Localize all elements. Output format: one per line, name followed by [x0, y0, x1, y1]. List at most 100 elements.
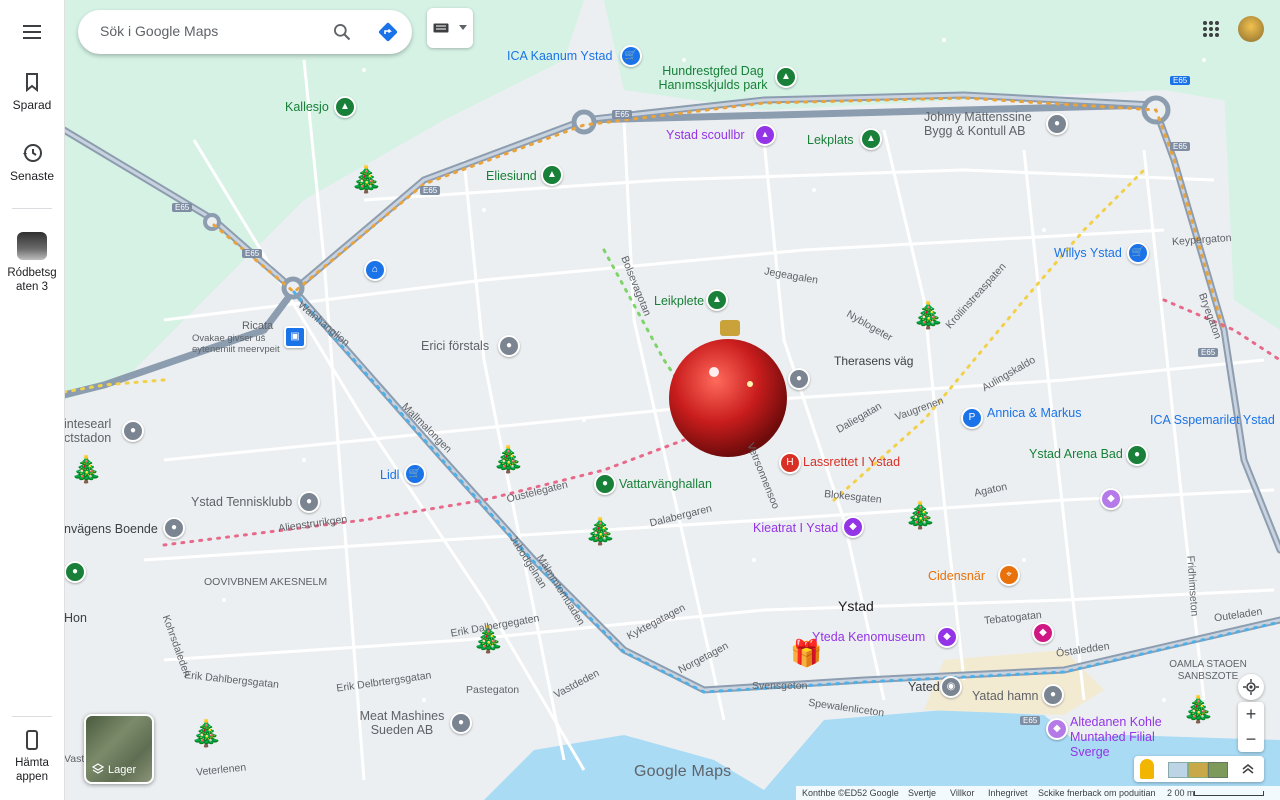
my-location-button[interactable] — [1238, 674, 1264, 700]
get-app-button[interactable]: Hämta appen — [0, 728, 64, 784]
recent-place-button[interactable]: Ródbetsg aten 3 — [0, 232, 64, 294]
business-pin-icon[interactable]: ● — [1046, 113, 1068, 135]
park-pin-icon[interactable]: ▲ — [541, 164, 563, 186]
place-label[interactable]: Yteda Kenomuseum — [812, 630, 925, 644]
shopping-pin-icon[interactable]: ◆ — [1032, 622, 1054, 644]
imagery-thumbnail-2[interactable] — [1188, 762, 1208, 778]
museum-pin-icon[interactable]: ◆ — [1046, 718, 1068, 740]
rail-divider — [12, 208, 52, 209]
place-label[interactable]: Ricata — [242, 320, 273, 332]
place-label[interactable]: Altedanen Kohle Muntahed Filial Sverge — [1070, 715, 1180, 760]
place-label[interactable]: ICA Kaanum Ystad — [507, 49, 612, 63]
privacy-link[interactable]: Inhegrivet — [988, 788, 1028, 798]
scale-label[interactable]: 2 00 m — [1167, 788, 1195, 798]
terms-link[interactable]: Villkor — [950, 788, 974, 798]
zoom-out-button[interactable]: − — [1238, 727, 1264, 752]
christmas-tree-icon: 🎄 — [584, 516, 617, 546]
transit-pin-icon[interactable]: ◉ — [940, 676, 962, 698]
shopping-pin-icon[interactable]: 🛒 — [620, 45, 642, 67]
street-label: Pastegaton — [466, 684, 520, 696]
place-label[interactable]: Yated — [908, 680, 940, 694]
copyright-text: Konthbe ©ED52 Google — [802, 788, 899, 798]
search-input[interactable] — [98, 22, 322, 40]
directions-icon[interactable] — [376, 20, 400, 44]
place-label[interactable]: ICA Sspemarilet Ystad — [1150, 413, 1275, 427]
input-tools-button[interactable] — [427, 8, 473, 48]
park-pin-icon[interactable]: ● — [594, 473, 616, 495]
place-label[interactable]: Lidl — [380, 468, 399, 482]
place-label[interactable]: Annica & Markus — [987, 406, 1081, 420]
layers-label: Lager — [108, 764, 137, 776]
imagery-thumbnail-1[interactable] — [1168, 762, 1188, 778]
hamburger-icon — [23, 25, 41, 39]
business-pin-icon[interactable]: ● — [163, 517, 185, 539]
imagery-thumbnail-3[interactable] — [1208, 762, 1228, 778]
place-label[interactable]: Ystad scoullbr — [666, 128, 745, 142]
place-label[interactable]: Cidensnär — [928, 569, 985, 583]
zoom-in-button[interactable]: + — [1238, 702, 1264, 727]
business-pin-icon[interactable]: ● — [498, 335, 520, 357]
search-icon[interactable] — [332, 22, 352, 42]
christmas-tree-icon: 🎄 — [1182, 694, 1215, 724]
district-label: OAMLA STAOEN SANBSZOTE — [1169, 659, 1247, 682]
layers-button[interactable]: Lager — [84, 714, 154, 784]
place-label[interactable]: Vattarvänghallan — [619, 477, 712, 491]
place-label[interactable]: Willys Ystad — [1054, 246, 1122, 260]
saved-button[interactable]: Sparad — [0, 70, 64, 112]
menu-button[interactable] — [0, 20, 64, 48]
ferry-pin-icon[interactable]: ● — [1042, 684, 1064, 706]
shopping-pin-icon[interactable]: 🛒 — [404, 463, 426, 485]
shopping-pin-icon[interactable]: 🛒 — [1127, 242, 1149, 264]
map-footer: Konthbe ©ED52 Google Svertje Villkor Inh… — [796, 786, 1280, 800]
place-label[interactable]: Yatad hamn — [972, 689, 1038, 703]
place-label[interactable]: Kieatrat I Ystad — [753, 521, 838, 535]
place-label[interactable]: nvägens Boende — [64, 522, 158, 536]
recent-button[interactable]: Senaste — [0, 141, 64, 183]
park-pin-icon[interactable]: ● — [1126, 444, 1148, 466]
pin-icon[interactable]: P — [961, 407, 983, 429]
place-label[interactable]: Eliesiund — [486, 169, 537, 183]
place-label[interactable]: Erici förstals — [421, 339, 489, 353]
chevron-up-icon[interactable] — [1242, 763, 1254, 775]
business-pin-icon[interactable]: ● — [788, 368, 810, 390]
food-pin-icon[interactable]: ⌖ — [998, 564, 1020, 586]
business-pin-icon[interactable]: ● — [122, 420, 144, 442]
place-label[interactable]: Meat Mashines Sueden AB — [358, 709, 446, 737]
museum-pin-icon[interactable]: ◆ — [936, 626, 958, 648]
place-label[interactable]: intesearl ctstadon — [64, 417, 122, 445]
search-box — [78, 10, 412, 54]
map-canvas[interactable]: 🎄 🎄 🎄 🎄 🎄 🎄 🎄 🎄 🎄 🎁 🛒 ICA Kaanum Ystad ▲… — [64, 0, 1280, 800]
place-label[interactable]: Ystad Tennisklubb — [191, 495, 292, 509]
road-shield: E65 — [1170, 142, 1191, 151]
park-pin-icon[interactable]: ● — [64, 561, 86, 583]
parking-pin-icon[interactable]: ▣ — [284, 326, 306, 348]
business-pin-icon[interactable]: ● — [450, 712, 472, 734]
country-link[interactable]: Svertje — [908, 788, 936, 798]
place-label[interactable]: Ystad Arena Bad — [1029, 447, 1123, 461]
avatar[interactable] — [1238, 16, 1264, 42]
feedback-link[interactable]: Sckike fnerback om poduitian — [1038, 788, 1156, 798]
theatre-pin-icon[interactable]: ◆ — [842, 516, 864, 538]
place-label[interactable]: Therasens väg — [834, 354, 913, 368]
place-label[interactable]: Hundrestgfed Dag Hanımsskjulds park — [654, 64, 772, 92]
park-pin-icon[interactable]: ▲ — [706, 289, 728, 311]
place-label[interactable]: Johmy Mättenssine Bygg & Kontull AB — [924, 110, 1044, 138]
chevron-down-icon[interactable] — [459, 25, 467, 31]
school-pin-icon[interactable]: ▴ — [754, 124, 776, 146]
place-label[interactable]: Ovakae givser uš eytenemiit meervpeit — [192, 333, 284, 355]
park-pin-icon[interactable]: ▲ — [334, 96, 356, 118]
attraction-pin-icon[interactable]: ◆ — [1100, 488, 1122, 510]
park-pin-icon[interactable]: ▲ — [775, 66, 797, 88]
apps-grid-icon[interactable] — [1202, 20, 1220, 38]
hospital-pin-icon[interactable]: H — [779, 452, 801, 474]
business-pin-icon[interactable]: ● — [298, 491, 320, 513]
place-label[interactable]: Lassrettet I Ystad — [803, 455, 900, 469]
home-pin-icon[interactable]: ⌂ — [364, 259, 386, 281]
place-label[interactable]: Leikplete — [654, 294, 704, 308]
location-icon — [1243, 679, 1259, 695]
road-shield: E65 — [420, 186, 441, 195]
place-label[interactable]: Kallesjo — [285, 100, 329, 114]
park-pin-icon[interactable]: ▲ — [860, 128, 882, 150]
pegman-icon[interactable] — [1140, 759, 1154, 779]
place-label[interactable]: Lekplats — [807, 133, 854, 147]
